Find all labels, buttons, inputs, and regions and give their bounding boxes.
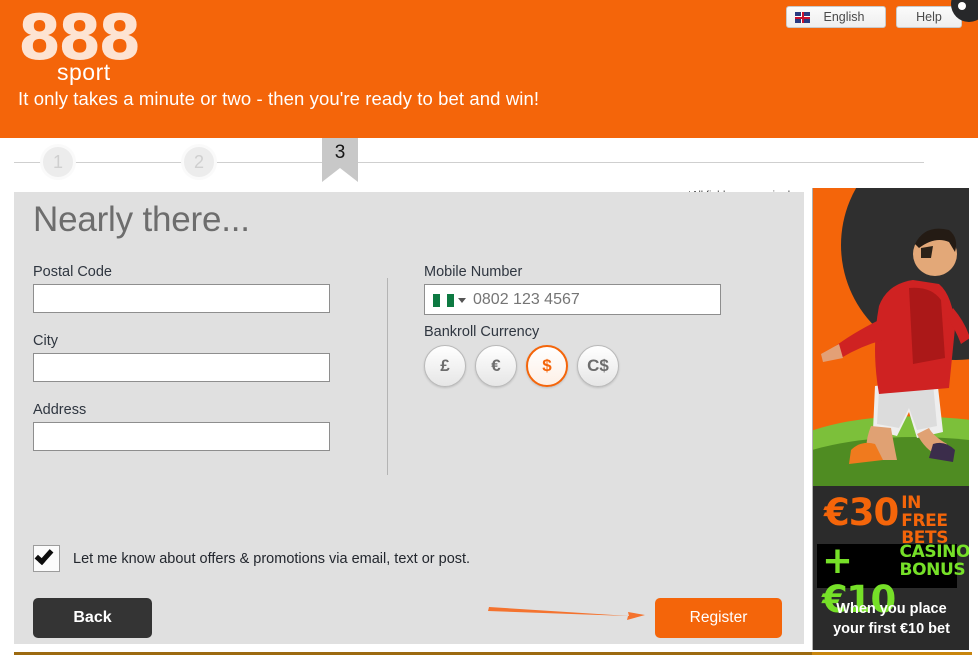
bankroll-currency-group: £ € $ C$ bbox=[424, 345, 619, 387]
currency-option-usd[interactable]: $ bbox=[526, 345, 568, 387]
postal-code-label: Postal Code bbox=[33, 264, 112, 280]
promo-banner-offer: €30 IN FREE BETS +€10 CASINO BONUS When … bbox=[813, 486, 969, 656]
promo-optin-row: Let me know about offers & promotions vi… bbox=[33, 545, 470, 572]
checkmark-icon bbox=[34, 545, 54, 566]
postal-code-input[interactable] bbox=[33, 284, 330, 313]
promo-casino-line2: BONUS bbox=[899, 559, 966, 580]
promo-optin-checkbox[interactable] bbox=[33, 545, 60, 572]
address-label: Address bbox=[33, 402, 87, 418]
stepper-track bbox=[14, 162, 924, 163]
promo-free-bets-line1: IN FREE bbox=[901, 493, 948, 531]
stepper-step-2-label: 2 bbox=[193, 151, 204, 172]
stepper-step-1[interactable]: 1 bbox=[40, 144, 76, 180]
currency-option-eur[interactable]: € bbox=[475, 345, 517, 387]
stepper-step-2[interactable]: 2 bbox=[181, 144, 217, 180]
progress-stepper: 1 2 3 bbox=[0, 138, 978, 188]
currency-option-usd-label: $ bbox=[542, 356, 552, 375]
promo-subtext-line1: When you place bbox=[836, 601, 947, 617]
bankroll-currency-label: Bankroll Currency bbox=[424, 324, 540, 340]
promo-free-bets-amount: €30 bbox=[824, 491, 899, 534]
stepper-step-3[interactable]: 3 bbox=[322, 138, 358, 184]
logo-sport-text: sport bbox=[57, 59, 111, 85]
promo-banner[interactable]: €30 IN FREE BETS +€10 CASINO BONUS When … bbox=[812, 188, 969, 656]
address-input[interactable] bbox=[33, 422, 330, 451]
page-bottom-strip bbox=[0, 650, 978, 656]
currency-option-gbp[interactable]: £ bbox=[424, 345, 466, 387]
promo-optin-label: Let me know about offers & promotions vi… bbox=[73, 550, 471, 567]
currency-option-cad-label: C$ bbox=[587, 356, 609, 375]
page-title: Nearly there... bbox=[33, 200, 250, 239]
back-button[interactable]: Back bbox=[33, 598, 152, 638]
mobile-number-field bbox=[424, 284, 721, 315]
registration-page: 888 sport It only takes a minute or two … bbox=[0, 0, 978, 656]
currency-option-eur-label: € bbox=[491, 356, 501, 375]
stepper-step-1-label: 1 bbox=[52, 151, 63, 172]
header-tagline: It only takes a minute or two - then you… bbox=[18, 88, 540, 109]
stepper-step-3-label: 3 bbox=[334, 142, 346, 163]
uk-flag-icon bbox=[795, 12, 810, 23]
brand-logo[interactable]: 888 sport bbox=[13, 7, 141, 86]
promo-banner-artwork bbox=[813, 188, 969, 486]
currency-option-cad[interactable]: C$ bbox=[577, 345, 619, 387]
registration-form-panel: Nearly there... Postal Code City Address… bbox=[14, 192, 804, 644]
city-input[interactable] bbox=[33, 353, 330, 382]
stepper-step-3-pointer bbox=[322, 168, 358, 182]
currency-option-gbp-label: £ bbox=[440, 356, 450, 375]
column-divider bbox=[387, 278, 388, 475]
mobile-number-label: Mobile Number bbox=[424, 264, 523, 280]
register-button[interactable]: Register bbox=[655, 598, 782, 638]
promo-subtext: When you place your first €10 bet bbox=[813, 599, 969, 639]
help-label: Help bbox=[916, 10, 942, 24]
nigeria-flag-icon[interactable] bbox=[433, 294, 454, 307]
promo-subtext-line2: your first €10 bet bbox=[833, 621, 950, 637]
city-label: City bbox=[33, 333, 58, 349]
language-label: English bbox=[823, 10, 865, 24]
page-header: 888 sport It only takes a minute or two … bbox=[0, 0, 978, 138]
country-chevron-down-icon[interactable] bbox=[458, 298, 466, 303]
mobile-number-input[interactable] bbox=[471, 288, 714, 312]
language-selector-button[interactable]: English bbox=[786, 6, 886, 28]
